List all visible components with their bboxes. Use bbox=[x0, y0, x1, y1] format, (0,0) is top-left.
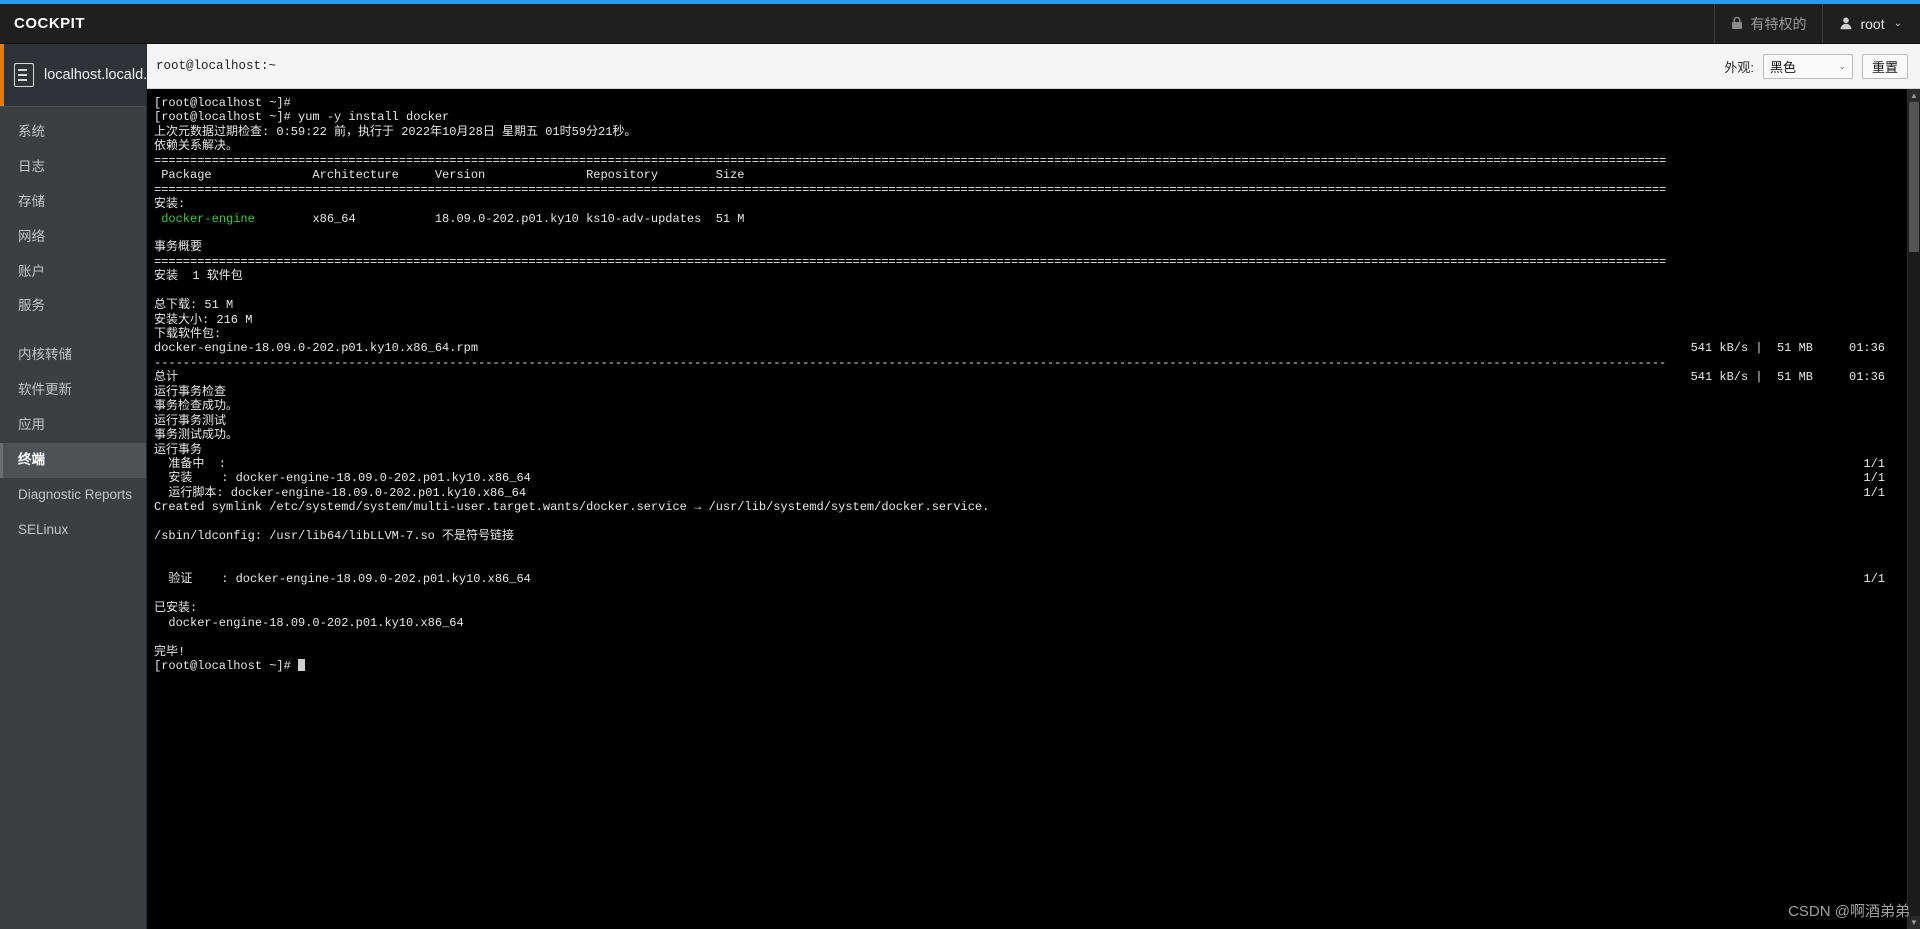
main-content: root@localhost:~ 外观: 黑色 ⌄ 重置 [root@local… bbox=[147, 44, 1920, 929]
terminal-line: 事务概要 bbox=[154, 240, 203, 255]
progress-counter: 1/1 bbox=[1863, 485, 1885, 500]
host-name-label: localhost.locald... bbox=[44, 67, 146, 83]
app-shell: localhost.locald... 系统 日志 存储 网络 账户 服务 内核… bbox=[0, 44, 1920, 929]
terminal-line: 安装 1 软件包 bbox=[154, 269, 243, 284]
progress-counter: 1/1 bbox=[1863, 572, 1885, 587]
terminal-line: 运行事务 bbox=[154, 442, 203, 457]
sidebar-item-network[interactable]: 网络 bbox=[0, 220, 146, 255]
theme-label: 外观: bbox=[1724, 59, 1754, 75]
sidebar-item-storage[interactable]: 存储 bbox=[0, 185, 146, 220]
terminal-toolbar: root@localhost:~ 外观: 黑色 ⌄ 重置 bbox=[147, 44, 1920, 89]
terminal-line: [root@localhost ~]# bbox=[154, 659, 1907, 673]
terminal-line: 运行事务检查 bbox=[154, 384, 227, 399]
sidebar-group-secondary: 内核转储 软件更新 应用 终端 Diagnostic Reports SELin… bbox=[0, 338, 146, 547]
terminal-area: [root@localhost ~]# [root@localhost ~]# … bbox=[147, 89, 1920, 929]
terminal-line: 安装大小: 216 M bbox=[154, 312, 253, 327]
terminal-line: [root@localhost ~]# bbox=[154, 96, 299, 110]
theme-select-value: 黑色 bbox=[1769, 59, 1796, 75]
brand-logo[interactable]: COCKPIT bbox=[0, 15, 85, 32]
theme-select[interactable]: 黑色 ⌄ bbox=[1762, 53, 1853, 79]
terminal-line: /sbin/ldconfig: /usr/lib64/libLLVM-7.so … bbox=[154, 529, 515, 544]
terminal-line: 运行脚本: docker-engine-18.09.0-202.p01.ky10… bbox=[154, 485, 1885, 500]
scrollbar-thumb[interactable] bbox=[1909, 102, 1919, 252]
sidebar-item-terminal[interactable]: 终端 bbox=[0, 442, 146, 478]
sidebar-item-system[interactable]: 系统 bbox=[0, 115, 146, 150]
terminal-line: ========================================… bbox=[154, 254, 1667, 269]
terminal-line: ========================================… bbox=[154, 182, 1667, 197]
terminal-line: ----------------------------------------… bbox=[154, 355, 1667, 370]
terminal-line: Package Architecture Version Repository … bbox=[154, 168, 745, 183]
sidebar-item-accounts[interactable]: 账户 bbox=[0, 255, 146, 290]
terminal-line: Created symlink /etc/systemd/system/mult… bbox=[154, 500, 990, 515]
terminal-line: 准备中 :1/1 bbox=[154, 456, 1885, 471]
terminal-output[interactable]: [root@localhost ~]# [root@localhost ~]# … bbox=[147, 89, 1907, 929]
download-progress-stats: 541 kB/s | 51 MB 01:36 bbox=[1690, 370, 1885, 385]
privileged-indicator: 有特权的 bbox=[1714, 4, 1822, 43]
sidebar-item-diagnostic-reports[interactable]: Diagnostic Reports bbox=[0, 478, 146, 513]
sidebar-item-software-updates[interactable]: 软件更新 bbox=[0, 373, 146, 408]
terminal-line: 已安装: bbox=[154, 601, 198, 616]
chevron-down-icon: ⌄ bbox=[1838, 60, 1846, 71]
user-menu[interactable]: root ⌄ bbox=[1822, 4, 1920, 43]
package-name-highlight: docker-engine bbox=[161, 211, 255, 226]
scroll-down-icon[interactable]: ▼ bbox=[1908, 916, 1920, 929]
host-switcher[interactable]: localhost.locald... bbox=[0, 44, 146, 106]
terminal-cursor bbox=[298, 659, 306, 672]
sidebar-item-applications[interactable]: 应用 bbox=[0, 408, 146, 443]
terminal-line: docker-engine-18.09.0-202.p01.ky10.x86_6… bbox=[154, 615, 464, 630]
masthead: COCKPIT 有特权的 root ⌄ bbox=[0, 4, 1920, 44]
terminal-line: 上次元数据过期检查: 0:59:22 前，执行于 2022年10月28日 星期五… bbox=[154, 124, 637, 139]
masthead-actions: 有特权的 root ⌄ bbox=[1714, 4, 1920, 43]
chevron-down-icon: ⌄ bbox=[1893, 18, 1902, 29]
progress-counter: 1/1 bbox=[1863, 456, 1885, 471]
sidebar-item-selinux[interactable]: SELinux bbox=[0, 513, 146, 548]
user-avatar-icon bbox=[1839, 16, 1853, 32]
sidebar-item-kernel-dump[interactable]: 内核转储 bbox=[0, 338, 146, 373]
terminal-line: 验证 : docker-engine-18.09.0-202.p01.ky10.… bbox=[154, 572, 1885, 587]
terminal-line: [root@localhost ~]# yum -y install docke… bbox=[154, 110, 450, 125]
terminal-line: 下载软件包: bbox=[154, 327, 222, 341]
sidebar: localhost.locald... 系统 日志 存储 网络 账户 服务 内核… bbox=[0, 44, 147, 929]
terminal-line: 总下载: 51 M bbox=[154, 298, 234, 313]
terminal-line: 总计 541 kB/s | 51 MB 01:36 bbox=[154, 370, 1885, 385]
terminal-title: root@localhost:~ bbox=[156, 59, 277, 73]
terminal-line: 安装 : docker-engine-18.09.0-202.p01.ky10.… bbox=[154, 471, 1885, 486]
terminal-line: ========================================… bbox=[154, 153, 1667, 168]
terminal-line: 完毕! bbox=[154, 644, 186, 659]
reset-button[interactable]: 重置 bbox=[1861, 53, 1908, 79]
scroll-up-icon[interactable]: ▲ bbox=[1908, 89, 1920, 102]
sidebar-group-primary: 系统 日志 存储 网络 账户 服务 bbox=[0, 107, 146, 324]
user-label: root bbox=[1860, 15, 1885, 32]
progress-counter: 1/1 bbox=[1863, 471, 1885, 486]
sidebar-item-logs[interactable]: 日志 bbox=[0, 150, 146, 185]
terminal-line: 事务检查成功。 bbox=[154, 399, 239, 414]
privileged-label: 有特权的 bbox=[1750, 15, 1807, 32]
sidebar-item-services[interactable]: 服务 bbox=[0, 289, 146, 324]
terminal-line: docker-engine x86_64 18.09.0-202.p01.ky1… bbox=[161, 211, 745, 226]
terminal-line: docker-engine-18.09.0-202.p01.ky10.x86_6… bbox=[154, 341, 1885, 356]
terminal-scrollbar[interactable]: ▲ ▼ bbox=[1907, 89, 1920, 929]
sidebar-group-spacer bbox=[0, 324, 146, 338]
terminal-line: 运行事务测试 bbox=[154, 413, 227, 428]
download-progress-stats: 541 kB/s | 51 MB 01:36 bbox=[1690, 341, 1885, 356]
terminal-toolbar-controls: 外观: 黑色 ⌄ 重置 bbox=[1724, 53, 1920, 79]
server-icon bbox=[14, 63, 34, 87]
terminal-line: 安装: bbox=[154, 197, 186, 212]
terminal-line: 依赖关系解决。 bbox=[154, 139, 239, 154]
terminal-line: 事务测试成功。 bbox=[154, 428, 239, 443]
lock-icon bbox=[1731, 16, 1743, 32]
